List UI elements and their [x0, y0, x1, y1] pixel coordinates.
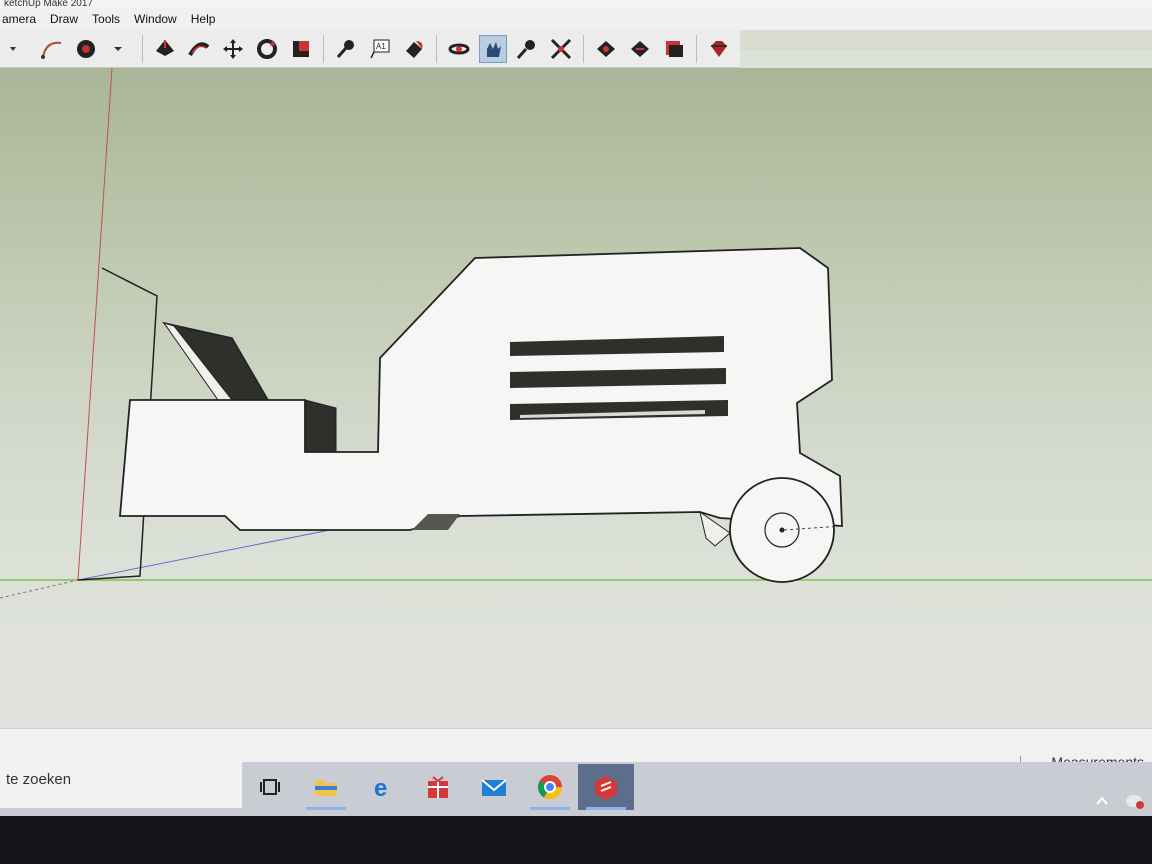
- toolbar-separator: [142, 34, 143, 63]
- monitor-bezel: [0, 816, 1152, 864]
- scale-icon[interactable]: [287, 35, 315, 63]
- chevron-up-icon[interactable]: [1094, 793, 1110, 814]
- svg-text:A1: A1: [376, 42, 386, 51]
- rotate-icon[interactable]: [253, 35, 281, 63]
- edge-icon: e: [374, 775, 387, 802]
- toolbar: A1: [0, 30, 740, 68]
- component-icon[interactable]: [626, 35, 654, 63]
- paint-dropdown-icon[interactable]: [106, 35, 134, 63]
- menu-bar: amera Draw Tools Window Help: [0, 8, 1152, 30]
- menu-tools[interactable]: Tools: [92, 12, 120, 26]
- menu-help[interactable]: Help: [191, 12, 216, 26]
- network-warning-icon[interactable]: [1124, 792, 1146, 815]
- toolbar-separator: [696, 34, 697, 63]
- file-explorer-icon: [315, 780, 337, 796]
- chrome-button[interactable]: [522, 764, 578, 810]
- menu-window[interactable]: Window: [134, 12, 177, 26]
- svg-text:e: e: [374, 775, 387, 802]
- edge-button[interactable]: e: [354, 764, 410, 810]
- seat-block-side: [304, 399, 337, 453]
- arc-dropdown-icon[interactable]: [4, 35, 32, 63]
- taskbar-search-input[interactable]: te zoeken: [0, 762, 242, 808]
- toolbar-separator: [583, 34, 584, 63]
- toolbar-empty-area: [740, 30, 1152, 50]
- task-view-icon: [260, 779, 280, 795]
- store-icon: [428, 776, 448, 798]
- extension-icon[interactable]: [660, 35, 688, 63]
- orbit-icon[interactable]: [445, 35, 473, 63]
- push-pull-icon[interactable]: [151, 35, 179, 63]
- axis-dashed-extension: [0, 579, 79, 599]
- screen: ketchUp Make 2017 amera Draw Tools Windo…: [0, 0, 1152, 864]
- move-icon[interactable]: [219, 35, 247, 63]
- text-icon[interactable]: A1: [366, 35, 394, 63]
- toolbar-separator: [436, 34, 437, 63]
- sketchup-icon: [595, 776, 617, 800]
- follow-me-icon[interactable]: [185, 35, 213, 63]
- drawing-viewport[interactable]: [0, 68, 1152, 728]
- status-bar: [0, 728, 1152, 763]
- wheel-center: [779, 527, 785, 533]
- paint-icon[interactable]: [400, 35, 428, 63]
- tape-measure-icon[interactable]: [332, 35, 360, 63]
- menu-camera[interactable]: amera: [2, 12, 36, 26]
- zoom-extents-icon[interactable]: [547, 35, 575, 63]
- ruby-icon[interactable]: [705, 35, 733, 63]
- sketchup-button[interactable]: [578, 764, 634, 810]
- red-axis: [77, 68, 113, 581]
- arc-icon[interactable]: [38, 35, 66, 63]
- menu-draw[interactable]: Draw: [50, 12, 78, 26]
- system-tray: [1094, 792, 1146, 815]
- file-explorer-button[interactable]: [298, 764, 354, 810]
- chrome-icon: [537, 775, 562, 800]
- taskbar-apps: e: [242, 764, 634, 810]
- model-canvas: [0, 68, 1152, 599]
- store-button[interactable]: [410, 764, 466, 810]
- pan-icon[interactable]: [479, 34, 507, 63]
- toolbar-separator: [323, 34, 324, 63]
- blue-axis: [77, 527, 341, 581]
- mail-icon: [481, 779, 507, 796]
- paint-bucket-icon[interactable]: [72, 35, 100, 63]
- task-view-button[interactable]: [242, 764, 298, 810]
- zoom-icon[interactable]: [513, 35, 541, 63]
- mail-button[interactable]: [466, 764, 522, 810]
- warehouse-icon[interactable]: [592, 35, 620, 63]
